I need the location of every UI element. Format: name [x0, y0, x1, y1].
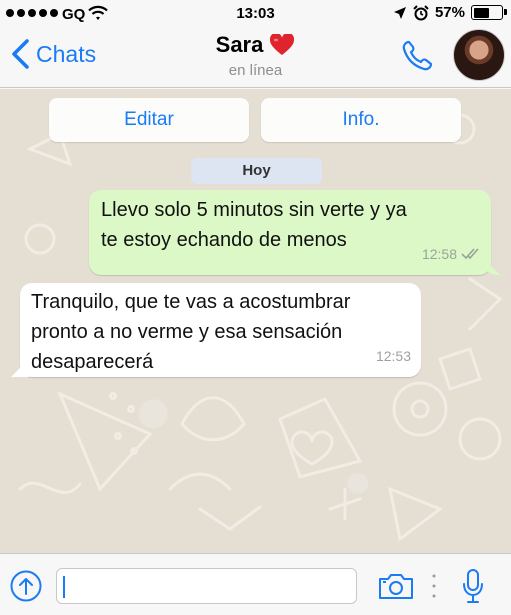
contact-name: Sara — [215, 32, 264, 57]
edit-button[interactable]: Editar — [49, 98, 249, 142]
date-separator: Hoy — [191, 158, 322, 184]
info-button[interactable]: Info. — [261, 98, 461, 142]
message-time: 12:53 — [375, 348, 411, 364]
battery-icon — [471, 5, 507, 20]
chat-area[interactable]: Editar Info. Hoy Llevo solo 5 minutos si… — [0, 89, 511, 553]
message-text-line: pronto a no verme y esa sensación — [31, 321, 343, 343]
contact-avatar[interactable] — [453, 29, 505, 81]
location-arrow-icon — [393, 6, 406, 19]
battery-level — [473, 7, 489, 18]
incoming-message-bubble[interactable]: Tranquilo, que te vas a acostumbrar pron… — [20, 283, 421, 377]
status-bar: GQ 13:03 57% — [0, 0, 511, 28]
message-meta: 12:53 — [376, 341, 411, 371]
microphone-icon[interactable] — [461, 568, 485, 604]
message-input[interactable] — [56, 568, 357, 604]
battery-percent: 57% — [434, 4, 465, 21]
phone-icon[interactable] — [400, 39, 434, 73]
contact-info[interactable]: Sara en línea — [0, 32, 511, 79]
message-time: 12:58 — [421, 246, 457, 262]
text-caret — [63, 576, 65, 598]
outgoing-message-bubble[interactable]: Llevo solo 5 minutos sin verte y ya te e… — [89, 190, 491, 275]
camera-icon[interactable] — [378, 572, 414, 600]
message-text-line: Llevo solo 5 minutos sin verte y ya — [101, 199, 407, 221]
message-text-line: desaparecerá — [31, 351, 154, 373]
divider-dots — [432, 574, 436, 598]
double-check-icon — [461, 248, 479, 260]
message-text-line: Tranquilo, que te vas a acostumbrar — [31, 291, 351, 313]
contact-status: en línea — [228, 62, 283, 79]
chat-header: Chats Sara en línea — [0, 28, 511, 88]
upload-arrow-icon[interactable] — [10, 570, 42, 602]
heart-emoji-icon — [270, 34, 295, 55]
message-meta: 12:58 — [422, 239, 481, 269]
alarm-clock-icon — [413, 4, 429, 20]
message-composer — [0, 553, 511, 615]
